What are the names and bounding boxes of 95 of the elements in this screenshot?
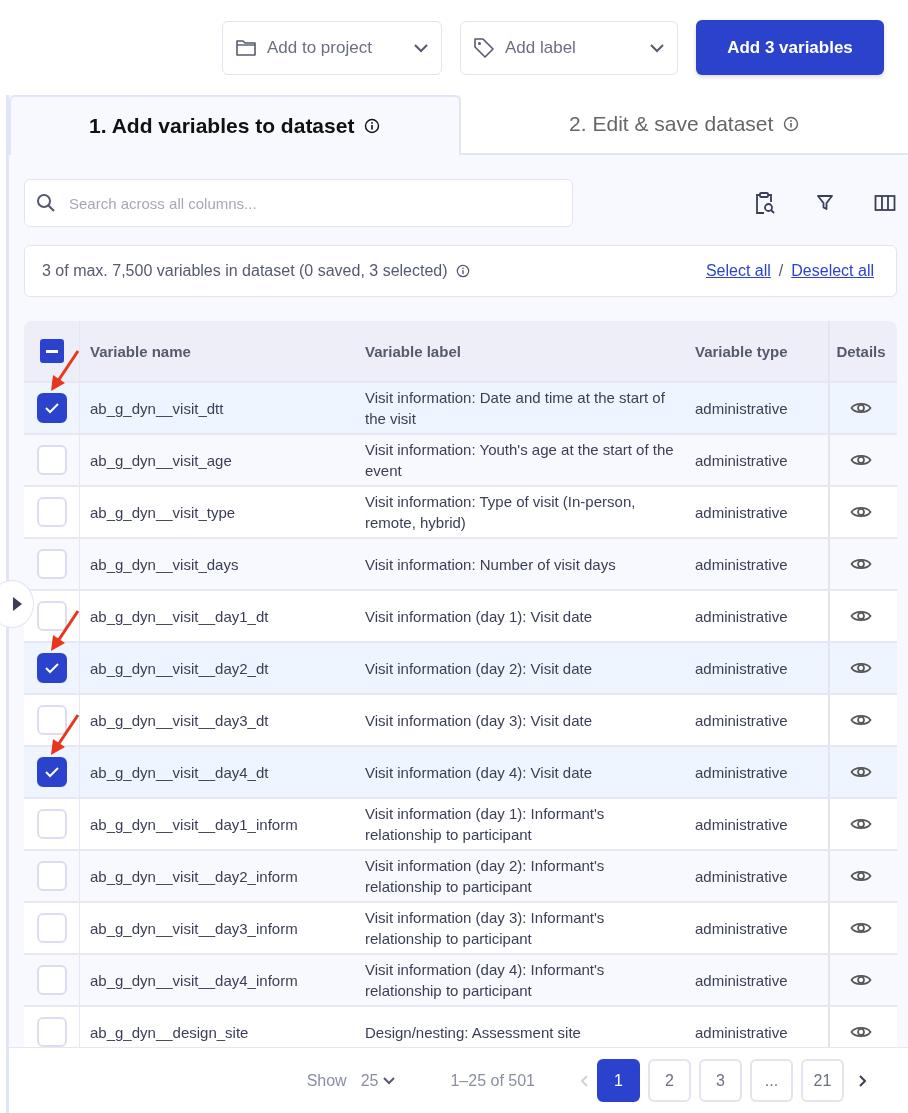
info-icon <box>783 116 800 132</box>
table-cell-text: ab_g_dyn__visit__day2_dt <box>89 658 270 679</box>
dataset-summary: 3 of max. 7,500 variables in dataset (0 saved, 3 selected) <box>42 262 448 280</box>
next-page-icon[interactable] <box>858 1073 868 1088</box>
view-icon[interactable] <box>850 504 872 520</box>
column-header: Variable name <box>89 341 192 362</box>
tab[interactable]: 1. Add variables to dataset <box>9 95 461 155</box>
play-icon <box>12 597 22 611</box>
filter-icon[interactable] <box>816 194 834 212</box>
column-header: Variable type <box>694 341 789 362</box>
checkmark-icon <box>43 402 60 414</box>
chevron-down-icon <box>413 42 429 53</box>
view-icon[interactable] <box>850 452 872 468</box>
checkmark-icon <box>43 766 60 778</box>
table-cell-text: ab_g_dyn__visit_age <box>89 450 233 471</box>
table-cell-text: administrative <box>694 918 789 939</box>
table-cell-text: Visit information: Youth's age at the start of the event <box>364 440 675 481</box>
checkmark-icon <box>43 662 60 674</box>
table-cell-text: Visit information (day 4): Informant's relationship to participant <box>364 960 606 1001</box>
columns-icon[interactable] <box>874 194 896 212</box>
view-icon[interactable] <box>850 868 872 884</box>
page-button[interactable]: 21 <box>801 1059 844 1102</box>
view-icon[interactable] <box>850 712 872 728</box>
view-icon[interactable] <box>850 972 872 988</box>
table-cell-text: administrative <box>694 970 789 991</box>
table-cell-text: ab_g_dyn__visit_dtt <box>89 398 225 419</box>
view-icon[interactable] <box>850 556 872 572</box>
info-icon <box>455 264 470 278</box>
table-cell-text: Visit information (day 3): Informant's relationship to participant <box>364 908 606 949</box>
view-icon[interactable] <box>850 1024 872 1040</box>
table-cell-text: administrative <box>694 710 789 731</box>
table-cell-text: Visit information: Date and time at the start of the visit <box>364 388 666 429</box>
table-cell-text: ab_g_dyn__visit__day3_dt <box>89 710 270 731</box>
table-cell-text: Visit information (day 2): Informant's relationship to participant <box>364 856 606 897</box>
select-all-link[interactable]: Select all <box>705 262 771 280</box>
table-cell-text: Visit information (day 3): Visit date <box>364 710 594 731</box>
view-icon[interactable] <box>850 400 872 416</box>
tag-icon <box>473 36 495 59</box>
page-button[interactable]: 2 <box>648 1059 691 1102</box>
page-button[interactable]: ... <box>750 1059 793 1102</box>
table-cell-text: ab_g_dyn__visit__day1_inform <box>89 814 299 835</box>
table-cell-text: ab_g_dyn__design_site <box>89 1022 250 1043</box>
view-icon[interactable] <box>850 764 872 780</box>
table-cell-text: Visit information (day 2): Visit date <box>364 658 594 679</box>
table-cell-text: ab_g_dyn__visit_days <box>89 554 240 575</box>
table-cell-text: Design/nesting: Assessment site <box>364 1022 582 1043</box>
table-cell-text: Visit information (day 4): Visit date <box>364 762 594 783</box>
column-header: Details <box>835 341 887 362</box>
table-cell-text: ab_g_dyn__visit_type <box>89 502 237 523</box>
table-cell-text: administrative <box>694 502 789 523</box>
table-cell-text: administrative <box>694 658 789 679</box>
table-cell-text: Visit information: Number of visit days <box>364 554 617 575</box>
table-cell-text: administrative <box>694 814 789 835</box>
page-button[interactable]: 1 <box>597 1059 640 1102</box>
chevron-down-icon <box>382 1076 397 1085</box>
view-icon[interactable] <box>850 660 872 676</box>
table-cell-text: Visit information: Type of visit (In-person, remote, hybrid) <box>364 492 637 533</box>
chevron-down-icon <box>649 42 665 53</box>
separator: / <box>778 262 784 280</box>
table-cell-text: ab_g_dyn__visit__day2_inform <box>89 866 299 887</box>
clipboard-search-icon[interactable] <box>754 191 776 215</box>
view-icon[interactable] <box>850 816 872 832</box>
info-icon <box>364 118 381 134</box>
table-cell-text: Visit information (day 1): Visit date <box>364 606 594 627</box>
row-checkbox[interactable] <box>36 393 67 423</box>
view-icon[interactable] <box>850 608 872 624</box>
table-cell-text: administrative <box>694 398 789 419</box>
show-label: Show <box>306 1071 347 1090</box>
table-cell-text: administrative <box>694 554 789 575</box>
view-icon[interactable] <box>850 920 872 936</box>
table-cell-text: Visit information (day 1): Informant's relationship to participant <box>364 804 606 845</box>
table-cell-text: administrative <box>694 866 789 887</box>
table-cell-text: ab_g_dyn__visit__day4_dt <box>89 762 270 783</box>
page-button[interactable]: 3 <box>699 1059 742 1102</box>
folder-icon <box>235 37 257 58</box>
page-range: 1–25 of 501 <box>450 1071 535 1090</box>
row-checkbox[interactable] <box>36 653 67 683</box>
table-cell-text: ab_g_dyn__visit__day3_inform <box>89 918 299 939</box>
add-variables-button[interactable]: Add 3 variables <box>696 20 884 75</box>
search-icon <box>36 193 56 213</box>
table-cell-text: ab_g_dyn__visit__day1_dt <box>89 606 270 627</box>
table-cell-text: administrative <box>694 450 789 471</box>
search-field[interactable]: Search across all columns... <box>24 179 573 227</box>
table-cell-text: administrative <box>694 606 789 627</box>
select-all-checkbox[interactable] <box>39 339 64 363</box>
deselect-all-link[interactable]: Deselect all <box>791 262 874 280</box>
label-select[interactable]: Add label <box>460 20 678 75</box>
table-cell-text: administrative <box>694 1022 789 1043</box>
table-cell-text: administrative <box>694 762 789 783</box>
column-header: Variable label <box>364 341 462 362</box>
tab[interactable]: 2. Edit & save dataset <box>460 95 908 155</box>
table-cell-text: ab_g_dyn__visit__day4_inform <box>89 970 299 991</box>
page-size-select[interactable]: 25 <box>360 1071 397 1090</box>
project-select[interactable]: Add to project <box>222 20 442 75</box>
row-checkbox[interactable] <box>36 757 67 787</box>
